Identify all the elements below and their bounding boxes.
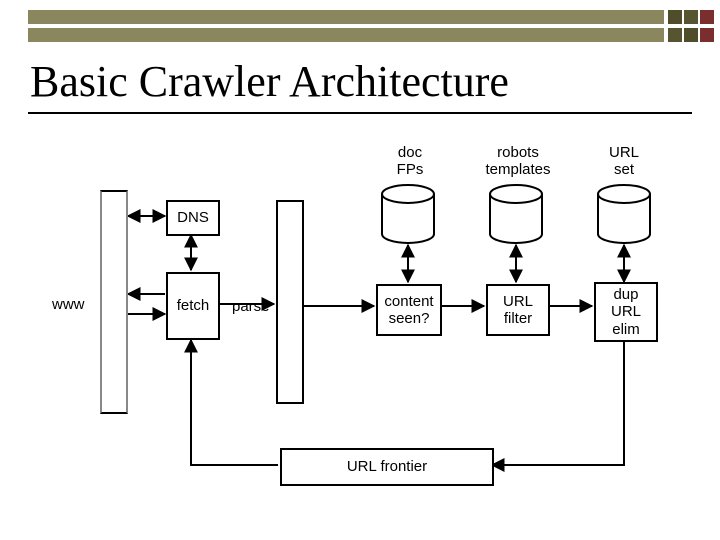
box-dns: DNS	[166, 200, 220, 236]
store-label-robots: robotstemplates	[478, 144, 558, 178]
cylinder-urlset	[598, 185, 650, 243]
label-www: www	[52, 296, 85, 313]
cylinder-doc-fps	[382, 185, 434, 243]
box-url-filter: URLfilter	[486, 284, 550, 336]
box-content-seen: contentseen?	[376, 284, 442, 336]
label-parse: parse	[232, 298, 270, 315]
store-label-doc-fps: docFPs	[390, 144, 430, 178]
store-label-urlset: URLset	[604, 144, 644, 178]
box-dup-url-elim: dupURLelim	[594, 282, 658, 342]
box-url-frontier: URL frontier	[280, 448, 494, 486]
slide: Basic Crawler Architecture	[0, 0, 720, 540]
box-www	[100, 190, 128, 414]
box-fetch: fetch	[166, 272, 220, 340]
box-parse	[276, 200, 304, 404]
cylinder-robots	[490, 185, 542, 243]
